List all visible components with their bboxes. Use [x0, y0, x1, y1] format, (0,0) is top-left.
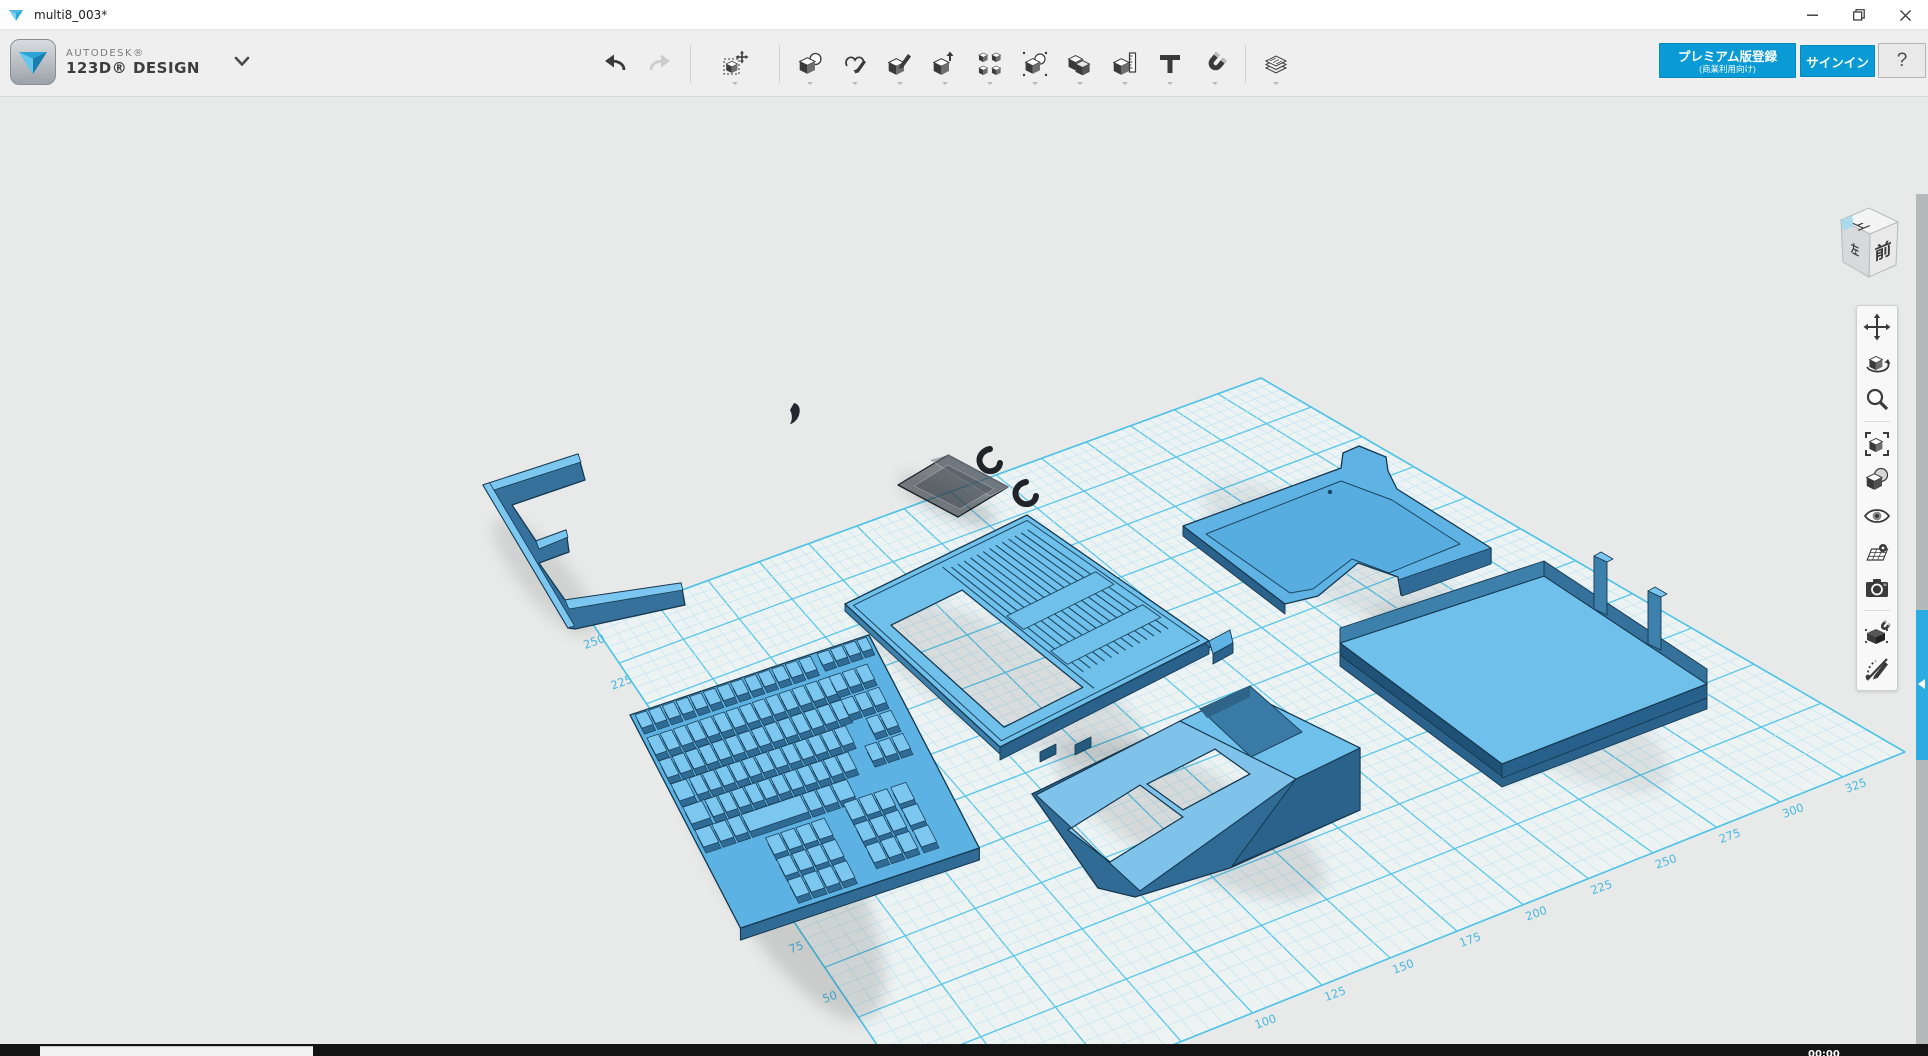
background-clock-text: 00:00 [1808, 1049, 1840, 1056]
brand-block: AUTODESK® 123D® DESIGN [10, 39, 256, 85]
dropdown-caret-icon [987, 82, 993, 85]
toolbar-tools [600, 30, 1291, 97]
viewport-canvas[interactable]: 2550751001251501752002252502753003252502… [0, 97, 1928, 1044]
eye-icon[interactable] [1859, 498, 1895, 534]
right-scrollbar-track [1916, 194, 1928, 1056]
dropdown-caret-icon [1273, 82, 1279, 85]
background-window-edge [40, 1046, 313, 1056]
minimize-button[interactable] [1790, 0, 1836, 30]
panel-collapse-arrow-icon[interactable] [1918, 679, 1925, 689]
toolbar-separator [779, 45, 780, 83]
dropdown-caret-icon [852, 82, 858, 85]
help-button[interactable]: ? [1878, 43, 1926, 78]
text-icon[interactable] [1155, 41, 1185, 87]
snap-icon[interactable] [1200, 41, 1230, 87]
dropdown-caret-icon [942, 82, 948, 85]
dropdown-caret-icon [1032, 82, 1038, 85]
fit-icon[interactable] [1859, 426, 1895, 462]
sketch-icon[interactable] [840, 41, 870, 87]
camera-icon[interactable] [1859, 570, 1895, 606]
undo-icon[interactable] [600, 41, 630, 87]
app-window: 2550751001251501752002252502753003252502… [0, 0, 1928, 1056]
redo-icon[interactable] [645, 41, 675, 87]
restore-button[interactable] [1836, 0, 1882, 30]
dropdown-caret-icon [1212, 82, 1218, 85]
grid-eye-icon[interactable] [1859, 534, 1895, 570]
group-icon[interactable] [1020, 41, 1050, 87]
combine-icon[interactable] [1065, 41, 1095, 87]
premium-register-sublabel: (商業利用向け) [1660, 64, 1795, 74]
right-scrollbar-thumb[interactable] [1916, 610, 1928, 760]
material-icon[interactable] [1261, 41, 1291, 87]
premium-register-button[interactable]: プレミアム版登録 (商業利用向け) [1659, 43, 1796, 78]
sketch-hide-icon[interactable] [1859, 651, 1895, 687]
toolbar-separator [690, 45, 691, 83]
dropdown-caret-icon [1077, 82, 1083, 85]
brand-123d-label: 123D® DESIGN [66, 59, 200, 77]
app-menu-chevron-icon[interactable] [228, 49, 256, 76]
close-button[interactable] [1882, 0, 1928, 30]
app-logo-icon [8, 7, 24, 23]
orbit-icon[interactable] [1859, 345, 1895, 381]
measure-icon[interactable] [1110, 41, 1140, 87]
toolbar-separator [1864, 610, 1890, 611]
pan-icon[interactable] [1859, 309, 1895, 345]
primitives-icon[interactable] [795, 41, 825, 87]
signin-button[interactable]: サインイン [1800, 45, 1875, 77]
snap-box-icon[interactable] [1859, 615, 1895, 651]
view-nav-toolbar [1856, 305, 1898, 691]
view-cube[interactable]: 上 前 左 [1828, 197, 1920, 291]
app-tile-icon [10, 39, 56, 85]
brand-autodesk-label: AUTODESK® [66, 48, 200, 59]
modify-icon[interactable] [930, 41, 960, 87]
toolbar-separator [1864, 421, 1890, 422]
document-title: multi8_003* [34, 0, 107, 30]
dropdown-caret-icon [732, 82, 738, 85]
scene-3d[interactable]: 2550751001251501752002252502753003252502… [0, 97, 1928, 1056]
main-toolbar: AUTODESK® 123D® DESIGN プレミアム版登録 (商業利用向け)… [0, 30, 1928, 97]
dropdown-caret-icon [897, 82, 903, 85]
shade-icon[interactable] [1859, 462, 1895, 498]
zoom-icon[interactable] [1859, 381, 1895, 417]
titlebar: multi8_003* [0, 0, 1928, 30]
background-taskbar-strip: 00:00 [0, 1044, 1928, 1056]
toolbar-separator [1245, 45, 1246, 83]
dropdown-caret-icon [1167, 82, 1173, 85]
premium-register-label: プレミアム版登録 [1660, 50, 1795, 64]
construct-icon[interactable] [885, 41, 915, 87]
pattern-icon[interactable] [975, 41, 1005, 87]
dropdown-caret-icon [807, 82, 813, 85]
dropdown-caret-icon [1122, 82, 1128, 85]
transform-icon[interactable] [720, 41, 750, 87]
